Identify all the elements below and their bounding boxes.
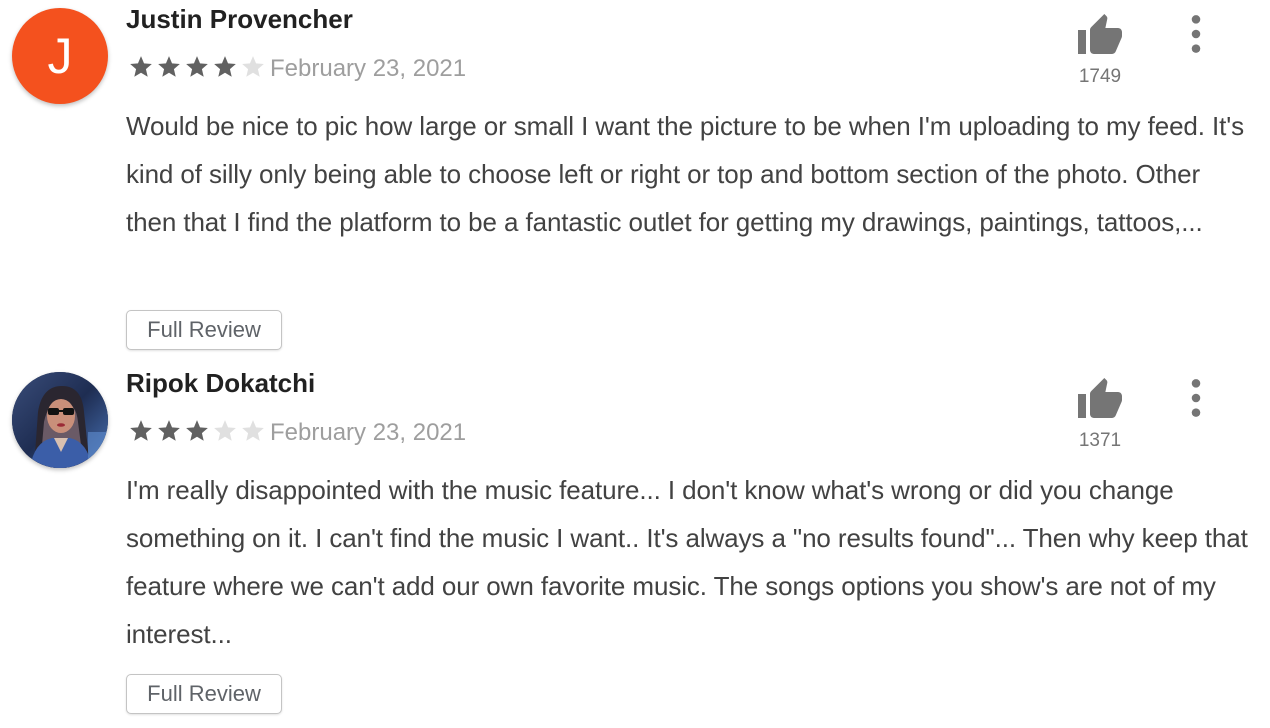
review-text: I'm really disappointed with the music f… — [126, 475, 1248, 649]
avatar[interactable] — [12, 372, 108, 468]
review-date: February 23, 2021 — [270, 55, 467, 82]
full-review-button[interactable]: Full Review — [126, 310, 282, 350]
reviewer-name: Ripok Dokatchi — [126, 368, 316, 398]
reviewer-name: Justin Provencher — [126, 4, 353, 34]
star-rating — [128, 418, 266, 444]
star-filled-icon — [186, 56, 208, 77]
more-vert-icon[interactable] — [1180, 14, 1212, 54]
full-review-button[interactable]: Full Review — [126, 674, 282, 714]
avatar[interactable]: J — [12, 8, 108, 104]
review-text: Would be nice to pic how large or small … — [126, 111, 1245, 237]
star-filled-icon — [130, 420, 152, 441]
star-filled-icon — [158, 420, 180, 441]
star-filled-icon — [214, 56, 236, 77]
star-empty-icon — [242, 56, 264, 77]
helpful-count: 1749 — [1078, 66, 1122, 87]
review-card: J Justin Provencher February 23, 2021 Wo… — [0, 0, 1270, 364]
star-filled-icon — [158, 56, 180, 77]
avatar-photo — [12, 372, 108, 468]
star-empty-icon — [242, 420, 264, 441]
star-rating — [128, 54, 266, 80]
avatar-letter: J — [47, 28, 73, 84]
helpful-count: 1371 — [1078, 430, 1122, 451]
review-date: February 23, 2021 — [270, 419, 467, 446]
thumb-up-icon[interactable] — [1074, 12, 1126, 60]
star-empty-icon — [214, 420, 236, 441]
star-filled-icon — [186, 420, 208, 441]
review-card: Ripok Dokatchi February 23, 2021 I'm rea… — [0, 364, 1270, 728]
more-vert-icon[interactable] — [1180, 378, 1212, 418]
thumb-up-icon[interactable] — [1074, 376, 1126, 424]
star-filled-icon — [130, 56, 152, 77]
